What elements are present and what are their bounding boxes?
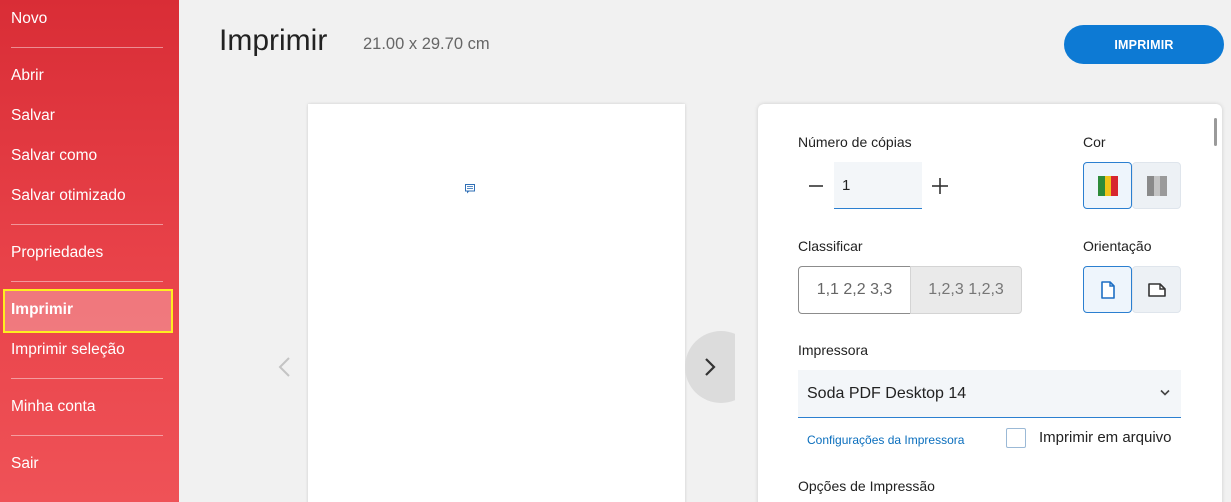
printer-label: Impressora	[798, 342, 869, 358]
next-page-button[interactable]	[685, 331, 735, 403]
copies-input[interactable]	[834, 162, 922, 209]
print-to-file-checkbox[interactable]	[1006, 428, 1026, 448]
sidebar-divider	[11, 281, 163, 282]
color-bars-icon	[1097, 175, 1118, 196]
color-mode-button[interactable]	[1083, 162, 1132, 209]
sidebar-item-imprimir[interactable]: Imprimir	[3, 289, 173, 333]
sidebar-item-abrir[interactable]: Abrir	[11, 67, 44, 85]
sidebar-item-salvar[interactable]: Salvar	[11, 107, 55, 125]
print-preview-page	[308, 104, 685, 502]
sidebar-divider	[11, 47, 163, 48]
page-size-label: 21.00 x 29.70 cm	[363, 35, 490, 53]
printer-settings-link[interactable]: Configurações da Impressora	[807, 433, 964, 447]
portrait-orientation-button[interactable]	[1083, 266, 1132, 313]
printer-select[interactable]: Soda PDF Desktop 14	[798, 370, 1181, 418]
sidebar-divider	[11, 224, 163, 225]
decrease-copies-icon[interactable]	[808, 176, 824, 196]
landscape-orientation-button[interactable]	[1132, 266, 1181, 313]
portrait-page-icon	[1100, 280, 1115, 299]
sidebar-item-salvar-otimizado[interactable]: Salvar otimizado	[11, 187, 126, 205]
orientation-label: Orientação	[1083, 238, 1152, 254]
chevron-down-icon[interactable]	[1159, 389, 1171, 397]
panel-scrollbar[interactable]	[1214, 118, 1217, 146]
page-title: Imprimir	[219, 24, 328, 57]
collate-label: Classificar	[798, 238, 863, 254]
copies-label: Número de cópias	[798, 134, 912, 150]
sidebar-item-propriedades[interactable]: Propriedades	[11, 244, 103, 262]
file-sidebar: Novo Abrir Salvar Salvar como Salvar oti…	[0, 0, 179, 502]
sidebar-divider	[11, 378, 163, 379]
collate-option-grouped[interactable]: 1,1 2,2 3,3	[798, 266, 911, 314]
print-button[interactable]: IMPRIMIR	[1064, 25, 1224, 64]
collate-option-sequential[interactable]: 1,2,3 1,2,3	[910, 266, 1022, 314]
comment-annotation-icon[interactable]	[465, 184, 475, 194]
print-to-file-label: Imprimir em arquivo	[1039, 429, 1172, 446]
previous-page-chevron-icon[interactable]	[275, 355, 295, 379]
sidebar-item-imprimir-selecao[interactable]: Imprimir seleção	[11, 341, 125, 359]
print-options-heading: Opções de Impressão	[798, 478, 935, 494]
grayscale-mode-button[interactable]	[1132, 162, 1181, 209]
sidebar-item-salvar-como[interactable]: Salvar como	[11, 147, 97, 165]
increase-copies-icon[interactable]	[931, 176, 949, 196]
sidebar-item-sair[interactable]: Sair	[11, 455, 39, 473]
color-label: Cor	[1083, 134, 1106, 150]
sidebar-item-novo[interactable]: Novo	[11, 10, 47, 28]
chevron-right-icon	[705, 358, 716, 376]
sidebar-item-minha-conta[interactable]: Minha conta	[11, 398, 95, 416]
grayscale-bars-icon	[1146, 175, 1167, 196]
sidebar-divider	[11, 435, 163, 436]
landscape-page-icon	[1147, 282, 1166, 297]
